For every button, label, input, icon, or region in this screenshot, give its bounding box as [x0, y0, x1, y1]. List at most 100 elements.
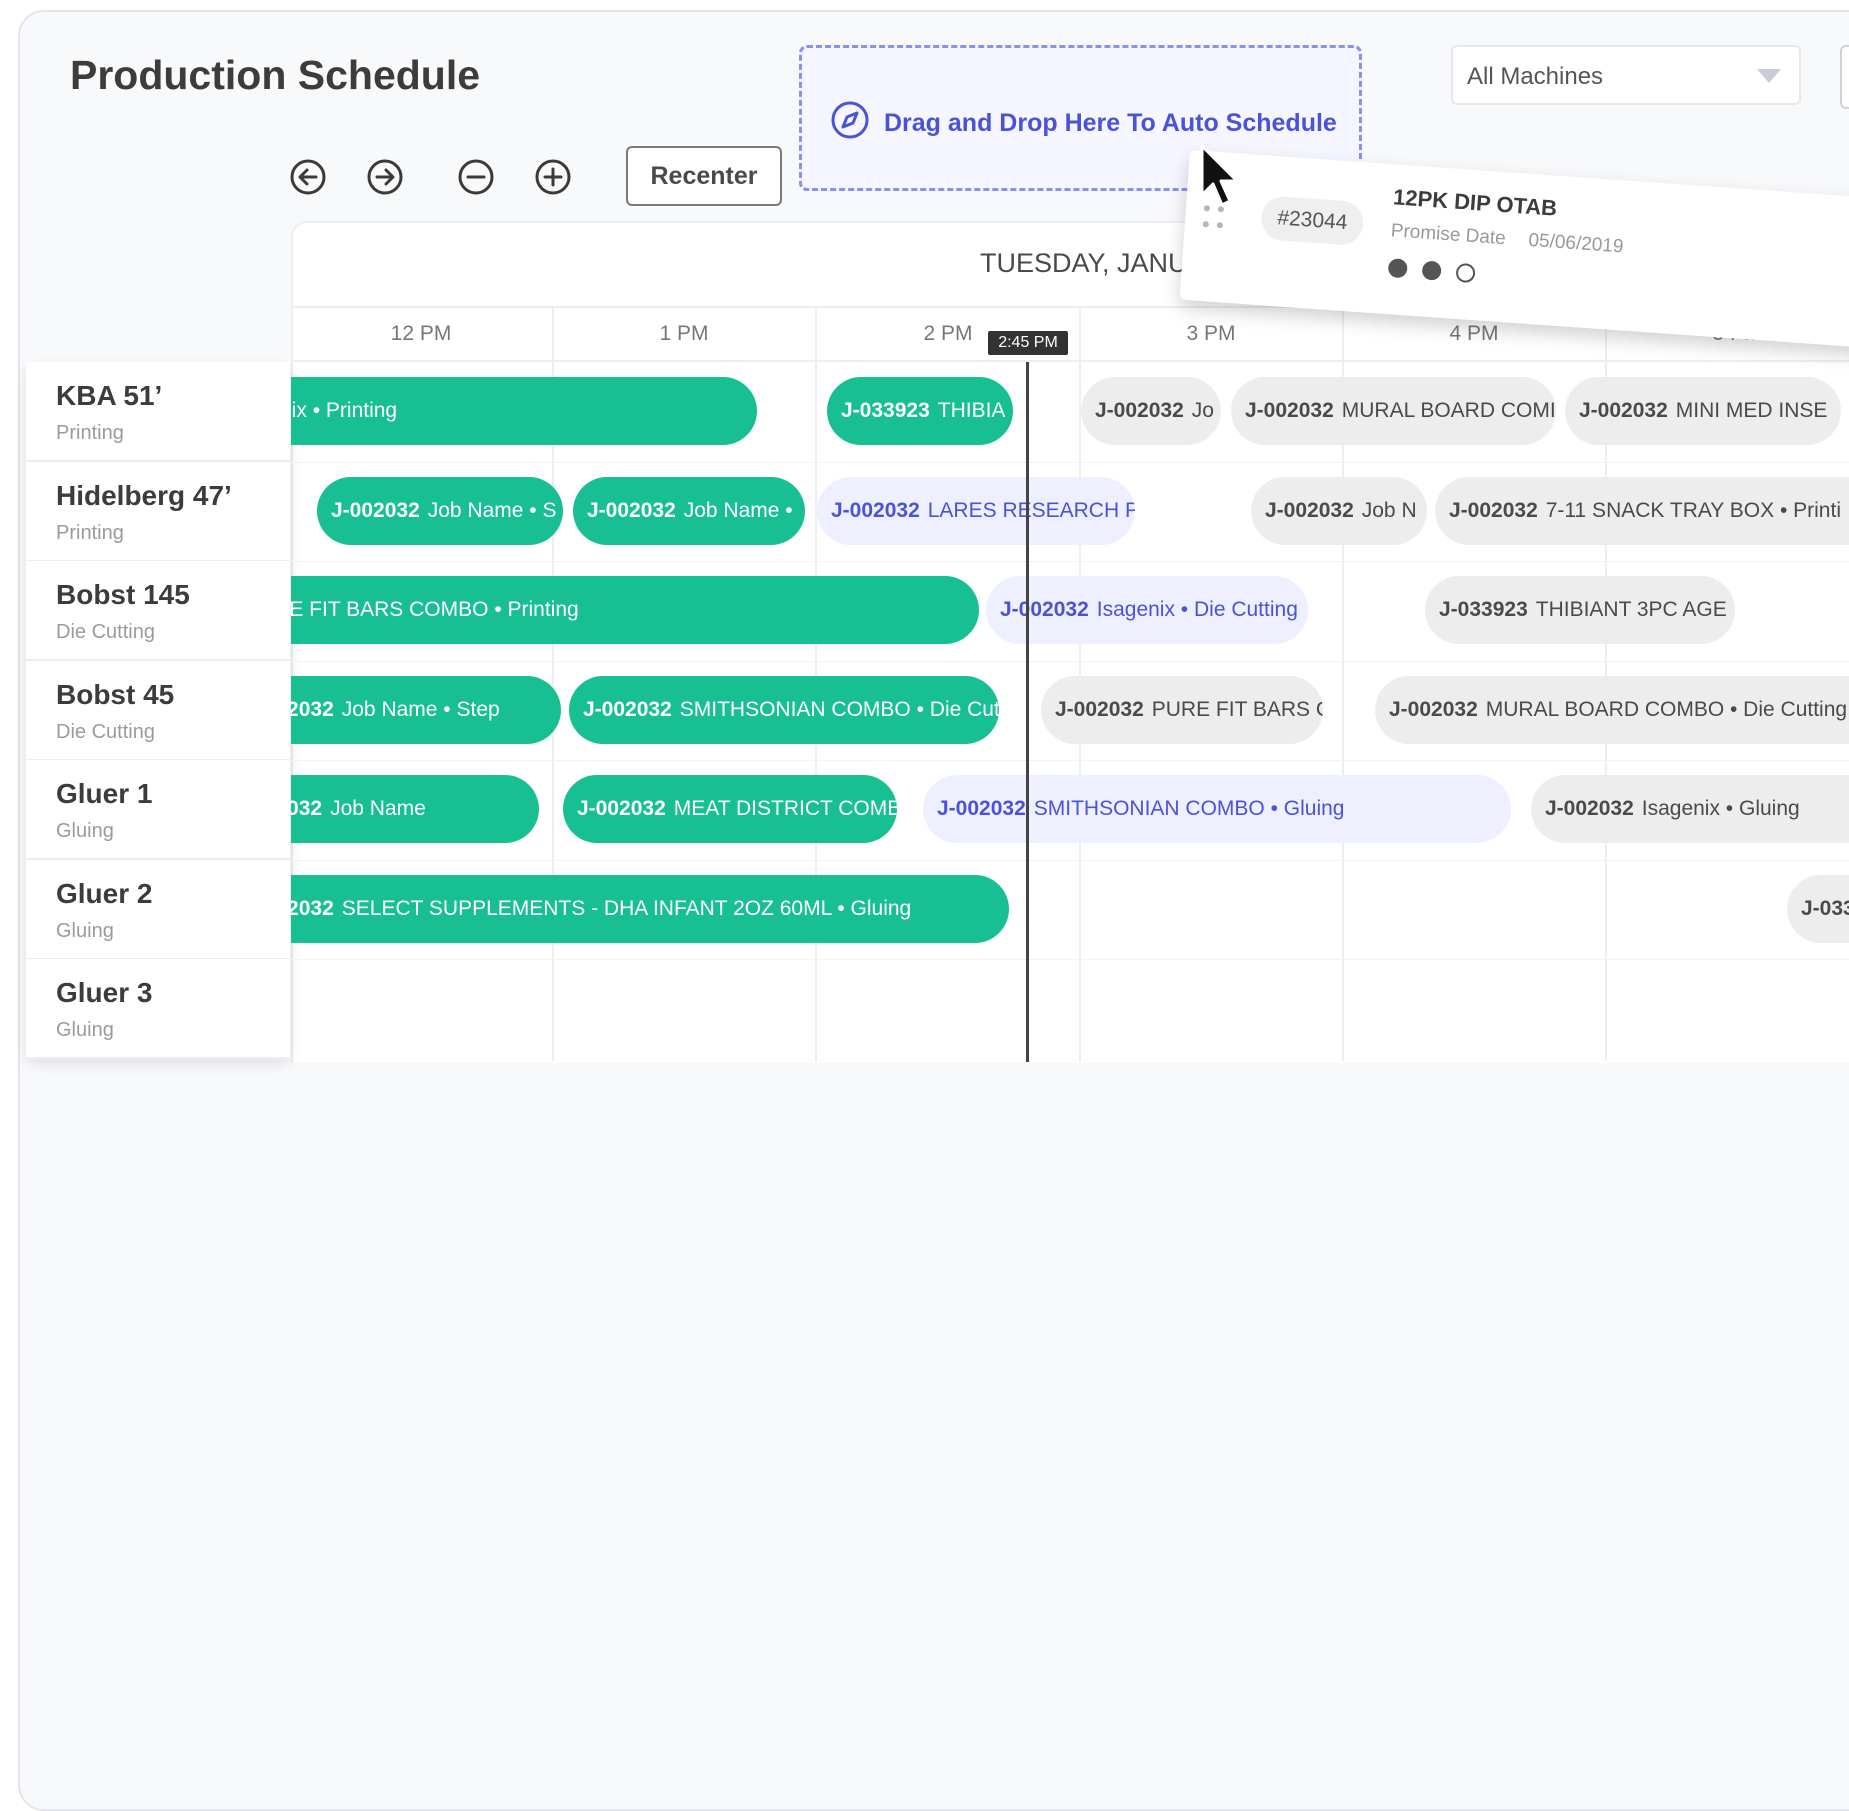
job-code: J-033923	[1439, 598, 1528, 621]
job-bar[interactable]: -002032 Job Name	[291, 775, 539, 843]
zoom-out-button[interactable]	[457, 158, 495, 196]
machine-process: Gluing	[56, 1019, 114, 1041]
job-description: MURAL BOARD COMI	[1341, 399, 1556, 422]
machine-name: Bobst 145	[56, 579, 190, 610]
job-bar[interactable]: agenix • Printing	[291, 377, 757, 445]
job-code: J-002032	[1449, 498, 1538, 522]
job-bar[interactable]: J-002032 MURAL BOARD COMI	[1231, 377, 1556, 445]
plus-circle-icon	[535, 159, 571, 195]
job-bar[interactable]: J-002032 Job Name • S	[317, 476, 563, 545]
job-bar[interactable]: J-002032 PURE FIT BARS C	[1041, 675, 1323, 744]
machine-list: KBA 51’ Printing Hidelberg 47’ Printing Bobs…	[26, 362, 290, 1059]
hour-label: 12 PM	[390, 322, 452, 345]
machine-row[interactable]: Gluer 1 Gluing	[26, 760, 290, 860]
machine-process: Die Cutting	[56, 720, 155, 743]
job-code: J-002032	[331, 498, 420, 522]
mouse-cursor-icon	[1200, 144, 1239, 207]
job-code: J-002032	[937, 797, 1026, 820]
job-id-badge: #23044	[1259, 195, 1365, 247]
job-bar[interactable]: J-002032 SMITHSONIAN COMBO • Die Cut	[569, 675, 999, 744]
job-bar[interactable]: J-002032 Isagenix • Die Cutting	[986, 576, 1308, 644]
progress-dot	[1455, 262, 1476, 284]
job-bar[interactable]: J-002032 Job Name • Step	[291, 675, 561, 744]
job-code: J-002032	[1055, 697, 1144, 721]
job-description: Jo	[1191, 399, 1214, 422]
hour-label: 1 PM	[659, 322, 709, 345]
machine-name: Hidelberg 47’	[56, 479, 232, 511]
job-description: 7-11 SNACK TRAY BOX • Printi	[1545, 498, 1841, 522]
compass-icon	[831, 101, 869, 139]
machine-row[interactable]: KBA 51’ Printing	[26, 362, 290, 462]
job-code: -002032	[291, 797, 323, 820]
job-bar[interactable]: J-002032 LARES RESEARCH Pr	[817, 476, 1135, 545]
progress-dot	[1387, 258, 1408, 279]
job-code: J-002032	[1000, 598, 1089, 621]
promise-date-label: Promise Date	[1390, 220, 1507, 250]
job-code: J-002032	[1095, 399, 1184, 422]
job-description: Job Name •	[683, 498, 793, 522]
job-bar[interactable]: J-002032 Job N	[1251, 476, 1427, 545]
job-bar[interactable]: J-002032 MEAT DISTRICT COMB	[563, 775, 897, 843]
job-lanes: agenix • PrintingJ-033923THIBIAJ-002032J…	[291, 362, 1849, 1062]
machine-row[interactable]: Gluer 2 Gluing	[26, 859, 290, 960]
progress-dot	[1421, 260, 1442, 281]
job-bar[interactable]: J-033	[1787, 874, 1849, 943]
job-description: Job Name • S	[427, 498, 557, 522]
job-description: PURE FIT BARS COMBO • Printing	[291, 598, 579, 621]
machine-name: Gluer 3	[56, 977, 153, 1008]
job-code: J-002032	[831, 498, 920, 522]
machine-row[interactable]: Gluer 3 Gluing	[26, 959, 290, 1059]
job-code: J-002032	[583, 697, 672, 721]
promise-date-value: 05/06/2019	[1527, 229, 1625, 258]
job-description: agenix • Printing	[291, 399, 398, 422]
job-code: J-002032	[291, 896, 334, 920]
prev-button[interactable]	[289, 158, 327, 196]
job-description: MURAL BOARD COMBO • Die Cutting	[1485, 697, 1848, 721]
page-title: Production Schedule	[70, 52, 481, 98]
zoom-in-button[interactable]	[534, 158, 572, 196]
job-bar[interactable]: J-002032 Jo	[1081, 377, 1221, 445]
job-description: Job Name	[330, 797, 426, 820]
job-bar[interactable]: J-002032 MURAL BOARD COMBO • Die Cutting	[1375, 675, 1849, 744]
job-bar[interactable]: PURE FIT BARS COMBO • Printing	[291, 576, 979, 644]
next-button[interactable]	[366, 158, 404, 196]
machine-row[interactable]: Hidelberg 47’ Printing	[26, 461, 290, 562]
machine-row[interactable]: Bobst 45 Die Cutting	[26, 660, 290, 761]
current-time-badge: 2:45 PM	[988, 331, 1068, 355]
arrow-left-circle-icon	[290, 159, 326, 195]
job-code: J-002032	[1389, 697, 1478, 721]
job-description: SMITHSONIAN COMBO • Die Cut	[679, 697, 999, 721]
job-code: J-002032	[1265, 498, 1354, 522]
job-bar[interactable]: J-033923 THIBIANT 3PC AGE	[1425, 576, 1735, 644]
job-description: MINI MED INSE	[1675, 399, 1828, 422]
job-code: J-002032	[1579, 399, 1668, 422]
job-code: J-002032	[1245, 399, 1334, 422]
machine-row[interactable]: Bobst 145 Die Cutting	[26, 561, 290, 661]
job-bar[interactable]: J-002032 Job Name •	[573, 476, 805, 545]
partial-control[interactable]	[1840, 45, 1849, 109]
machine-name: Gluer 2	[56, 877, 153, 909]
job-description: THIBIANT 3PC AGE	[1535, 598, 1727, 621]
job-description: SELECT SUPPLEMENTS - DHA INFANT 2OZ 60ML…	[341, 896, 912, 920]
job-bar[interactable]: J-002032 SMITHSONIAN COMBO • Gluing	[923, 775, 1511, 843]
job-bar[interactable]: J-002032 MINI MED INSE	[1565, 377, 1841, 445]
machine-name: Gluer 1	[56, 778, 153, 809]
machine-process: Die Cutting	[56, 621, 155, 643]
job-bar[interactable]: J-002032 7-11 SNACK TRAY BOX • Printi	[1435, 476, 1849, 545]
job-description: Isagenix • Die Cutting	[1096, 598, 1298, 621]
job-bar[interactable]: J-002032 SELECT SUPPLEMENTS - DHA INFANT …	[291, 874, 1009, 943]
machine-name: Bobst 45	[56, 678, 175, 710]
recenter-button[interactable]: Recenter	[626, 146, 782, 206]
arrow-right-circle-icon	[367, 159, 403, 195]
job-bar[interactable]: J-033923 THIBIA	[827, 377, 1013, 445]
job-code: J-002032	[577, 797, 666, 820]
job-description: THIBIA	[937, 399, 1006, 422]
job-title: 12PK DIP OTAB	[1392, 184, 1558, 221]
job-description: SMITHSONIAN COMBO • Gluing	[1033, 797, 1345, 820]
job-description: PURE FIT BARS C	[1151, 697, 1323, 721]
machine-process: Gluing	[56, 919, 114, 942]
job-bar[interactable]: J-002032 Isagenix • Gluing	[1531, 775, 1849, 843]
job-description: Job Name • Step	[341, 697, 500, 721]
current-time-indicator	[1026, 362, 1029, 1062]
machine-filter-select[interactable]: All Machines	[1451, 45, 1801, 105]
